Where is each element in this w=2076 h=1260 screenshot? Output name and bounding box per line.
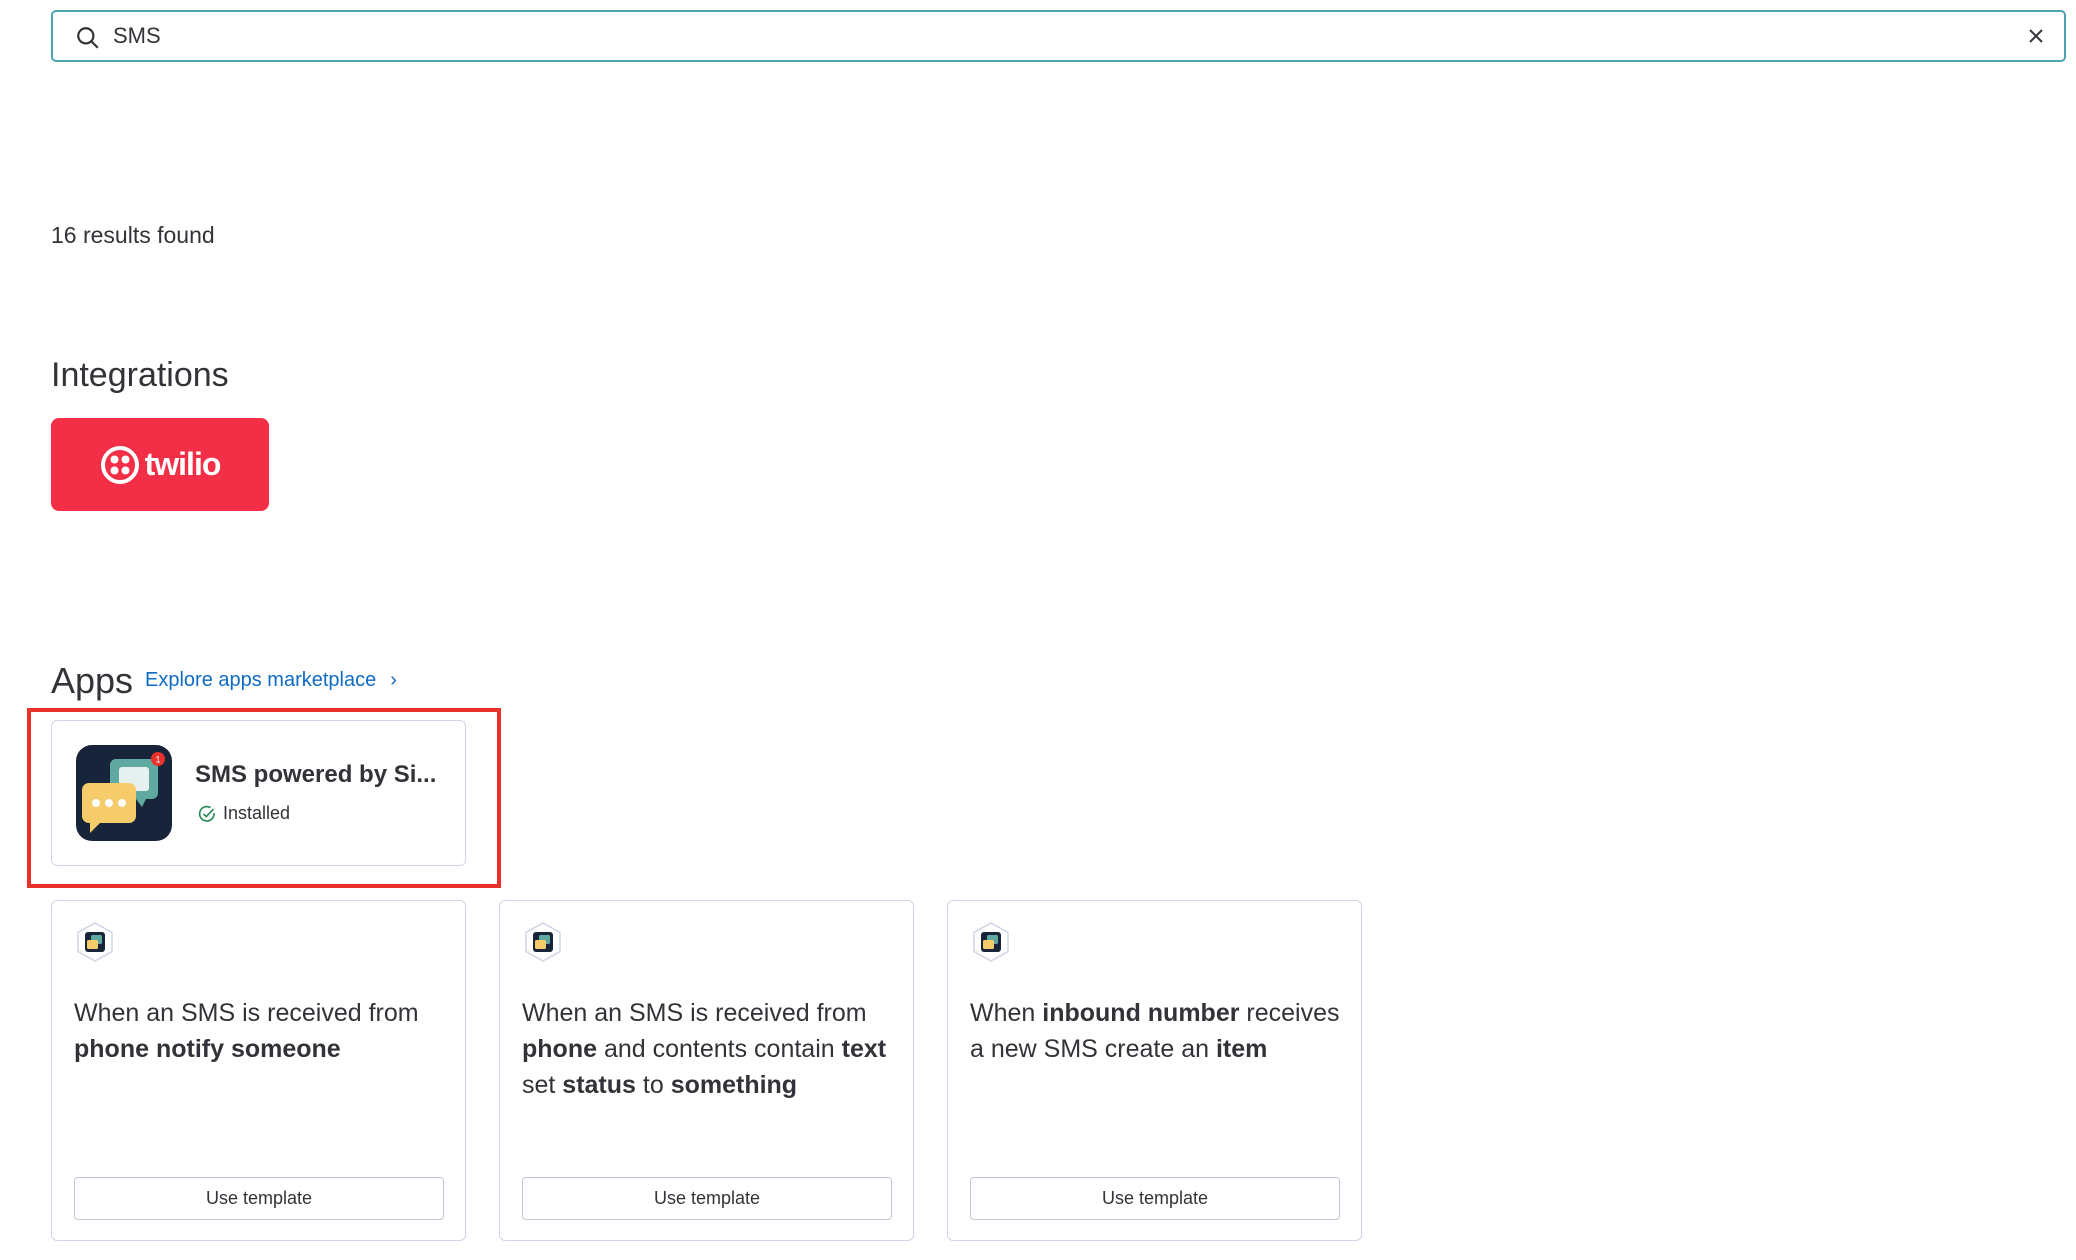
template-keyword: phone	[522, 1035, 597, 1063]
template-description: When inbound number receives a new SMS c…	[970, 995, 1340, 1067]
template-keyword: notify	[155, 1035, 224, 1063]
use-template-button[interactable]: Use template	[522, 1177, 892, 1220]
template-keyword: someone	[230, 1035, 341, 1063]
template-keyword: something	[670, 1071, 798, 1099]
template-text: When	[970, 999, 1043, 1027]
integrations-heading: Integrations	[51, 356, 229, 394]
search-input[interactable]	[113, 12, 2013, 60]
app-badge-count: 1	[155, 755, 160, 765]
use-template-button[interactable]: Use template	[970, 1177, 1340, 1220]
apps-heading: Apps	[51, 660, 134, 701]
template-text	[224, 1035, 231, 1063]
template-description: When an SMS is received from phone and c…	[522, 995, 892, 1103]
template-description: When an SMS is received from phone notif…	[74, 995, 444, 1067]
search-icon	[77, 27, 99, 49]
template-text: When an SMS is received from	[74, 999, 419, 1027]
check-circle-icon	[198, 805, 215, 822]
search-bar[interactable]	[51, 10, 2066, 62]
app-card-sms[interactable]: 1 SMS powered by Si... Installed	[51, 720, 466, 866]
template-keyword: phone	[74, 1035, 149, 1063]
template-text: set	[522, 1071, 563, 1099]
chevron-right-icon: ›	[390, 669, 397, 691]
template-keyword: status	[562, 1071, 636, 1099]
template-text: to	[635, 1071, 671, 1099]
explore-link-label: Explore apps marketplace	[145, 669, 377, 691]
template-card: When an SMS is received from phone and c…	[499, 900, 914, 1241]
template-card: When inbound number receives a new SMS c…	[947, 900, 1362, 1241]
app-hex-icon	[973, 922, 1009, 962]
explore-apps-marketplace-link[interactable]: Explore apps marketplace ›	[145, 669, 397, 692]
template-text: When an SMS is received from	[522, 999, 867, 1027]
app-hex-icon	[525, 922, 561, 962]
template-text	[149, 1035, 156, 1063]
app-hex-icon	[77, 922, 113, 962]
twilio-logo-icon	[100, 445, 139, 484]
twilio-integration-tile[interactable]: twilio	[51, 418, 269, 511]
template-keyword: inbound number	[1042, 999, 1240, 1027]
results-count: 16 results found	[51, 222, 215, 248]
app-name: SMS powered by Si...	[195, 761, 437, 788]
chat-bubbles-icon: 1	[76, 745, 172, 841]
use-template-button[interactable]: Use template	[74, 1177, 444, 1220]
template-keyword: text	[841, 1035, 887, 1063]
template-keyword: item	[1215, 1035, 1268, 1063]
template-text: and contents contain	[597, 1035, 842, 1063]
close-icon[interactable]	[2024, 24, 2048, 48]
twilio-logo-text: twilio	[144, 446, 222, 482]
template-card: When an SMS is received from phone notif…	[51, 900, 466, 1241]
installed-label: Installed	[223, 803, 291, 823]
installed-status: Installed	[197, 803, 290, 824]
